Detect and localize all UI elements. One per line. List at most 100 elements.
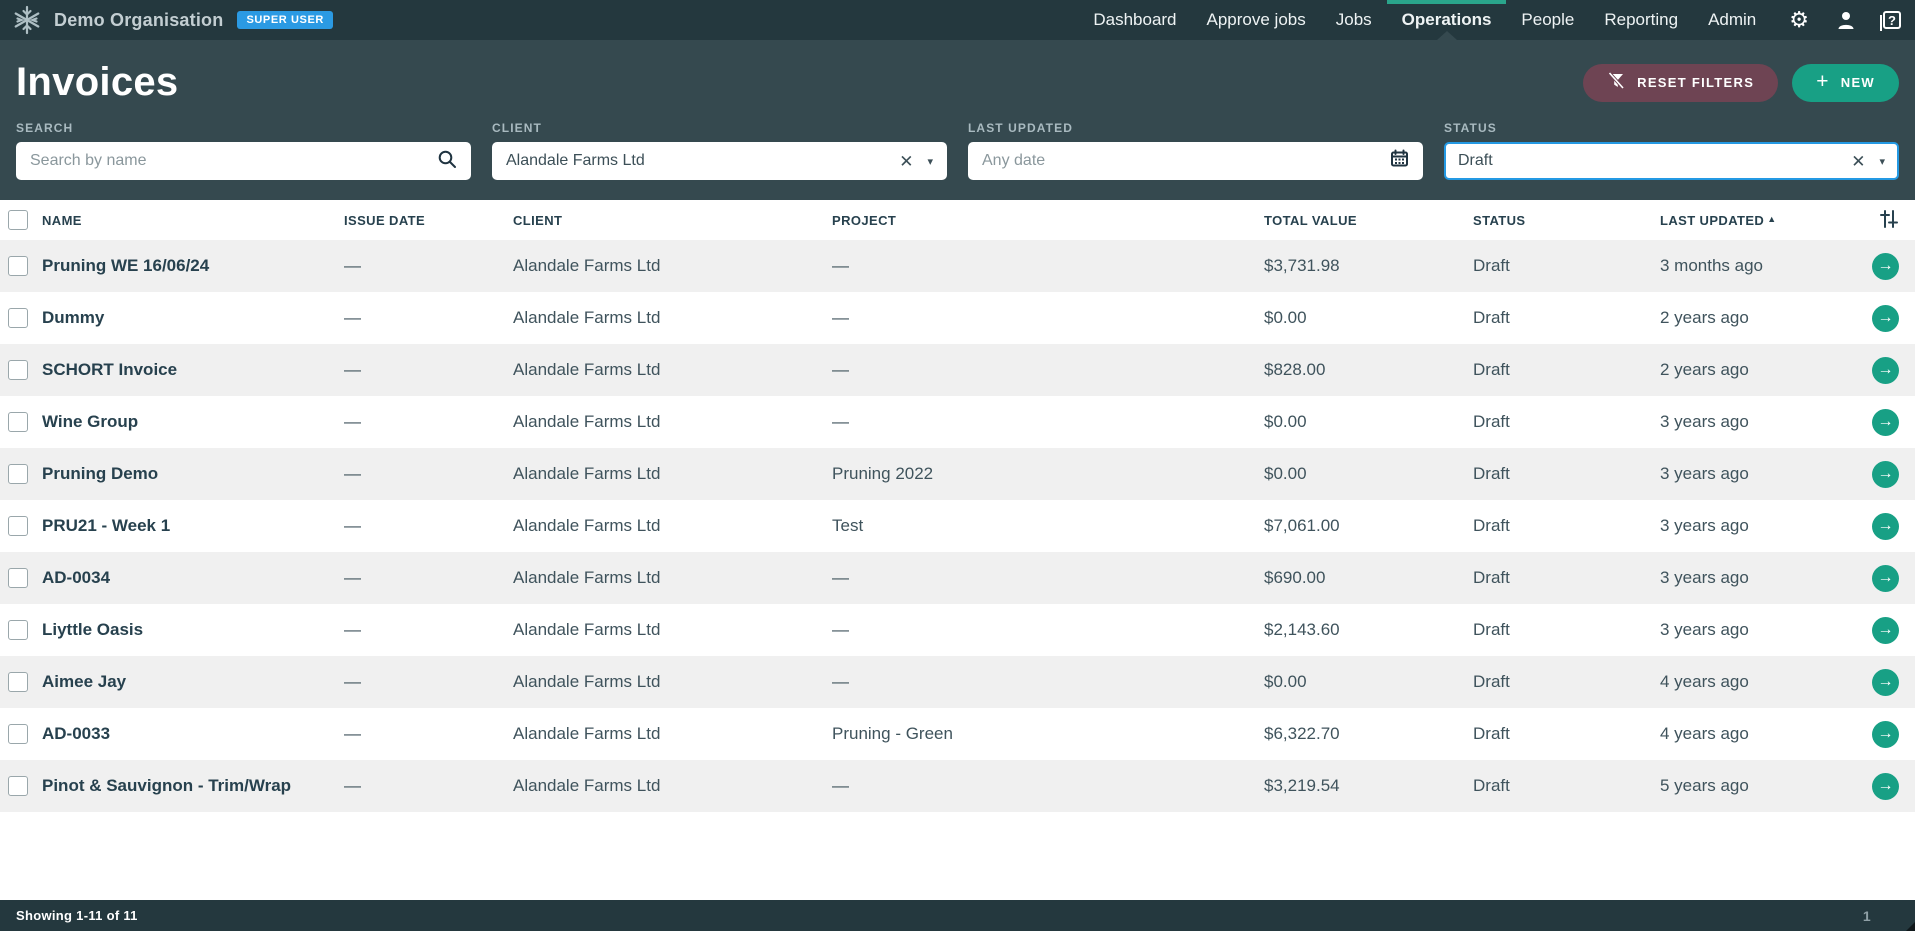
open-invoice-button[interactable]: → [1872,409,1899,436]
arrow-right-icon: → [1878,518,1894,534]
row-checkbox[interactable] [8,256,28,276]
help-docs-icon[interactable]: ? [1883,11,1901,29]
column-header-status[interactable]: STATUS [1465,213,1652,228]
open-invoice-button[interactable]: → [1872,773,1899,800]
invoice-row[interactable]: SCHORT Invoice—Alandale Farms Ltd—$828.0… [0,344,1915,396]
row-checkbox-cell [0,412,34,432]
open-invoice-button[interactable]: → [1872,513,1899,540]
cell-project: Pruning - Green [824,724,1256,744]
row-checkbox[interactable] [8,464,28,484]
select-all-checkbox[interactable] [8,210,28,230]
invoice-row[interactable]: Pinot & Sauvignon - Trim/Wrap—Alandale F… [0,760,1915,812]
invoice-row[interactable]: AD-0034—Alandale Farms Ltd—$690.00Draft3… [0,552,1915,604]
nav-item-operations[interactable]: Operations [1387,0,1507,40]
page-number[interactable]: 1 [1863,908,1871,924]
cell-project: — [824,620,1256,640]
invoice-row[interactable]: PRU21 - Week 1—Alandale Farms LtdTest$7,… [0,500,1915,552]
row-checkbox[interactable] [8,724,28,744]
page-title: Invoices [16,60,178,105]
arrow-right-icon: → [1878,362,1894,378]
nav-item-people[interactable]: People [1506,0,1589,40]
cell-last_updated: 3 years ago [1652,412,1842,432]
client-text: Alandale Farms Ltd [513,308,660,328]
invoice-row[interactable]: AD-0033—Alandale Farms LtdPruning - Gree… [0,708,1915,760]
nav-item-jobs[interactable]: Jobs [1321,0,1387,40]
open-invoice-button[interactable]: → [1872,669,1899,696]
name-text[interactable]: Dummy [42,308,104,328]
column-header-last-updated[interactable]: LAST UPDATED▲ [1652,213,1842,228]
cell-name: Pruning WE 16/06/24 [34,256,336,276]
cell-project: — [824,308,1256,328]
column-settings-icon[interactable] [1879,210,1899,231]
name-text[interactable]: AD-0033 [42,724,110,744]
client-clear-icon[interactable]: ✕ [899,153,913,170]
row-checkbox[interactable] [8,516,28,536]
name-text[interactable]: PRU21 - Week 1 [42,516,170,536]
nav-item-admin[interactable]: Admin [1693,0,1771,40]
name-text[interactable]: Pruning Demo [42,464,158,484]
name-text[interactable]: AD-0034 [42,568,110,588]
cell-total_value: $6,322.70 [1256,724,1465,744]
client-text: Alandale Farms Ltd [513,256,660,276]
reset-filters-button[interactable]: RESET FILTERS [1583,64,1778,102]
cell-client: Alandale Farms Ltd [505,412,824,432]
cell-last_updated: 3 years ago [1652,464,1842,484]
open-invoice-button[interactable]: → [1872,721,1899,748]
search-input[interactable]: Search by name [16,142,471,180]
last-updated-calendar-icon[interactable] [1390,149,1409,173]
cell-name: Pinot & Sauvignon - Trim/Wrap [34,776,336,796]
last-updated-input[interactable]: Any date [968,142,1423,180]
new-invoice-button[interactable]: + NEW [1792,64,1899,102]
nav-item-dashboard[interactable]: Dashboard [1078,0,1191,40]
search-search-icon[interactable] [437,149,457,174]
row-checkbox[interactable] [8,672,28,692]
open-invoice-button[interactable]: → [1872,565,1899,592]
user-icon[interactable] [1835,9,1857,31]
name-text[interactable]: Pinot & Sauvignon - Trim/Wrap [42,776,291,796]
client-input[interactable]: Alandale Farms Ltd✕▾ [492,142,947,180]
arrow-right-icon: → [1878,726,1894,742]
status-clear-icon[interactable]: ✕ [1851,153,1865,170]
row-checkbox[interactable] [8,412,28,432]
name-text[interactable]: Aimee Jay [42,672,126,692]
cell-client: Alandale Farms Ltd [505,308,824,328]
invoice-row[interactable]: Liyttle Oasis—Alandale Farms Ltd—$2,143.… [0,604,1915,656]
row-checkbox[interactable] [8,620,28,640]
search-value: Search by name [30,152,147,170]
column-header-project[interactable]: PROJECT [824,213,1256,228]
invoice-row[interactable]: Dummy—Alandale Farms Ltd—$0.00Draft2 yea… [0,292,1915,344]
status-chevron-down-icon[interactable]: ▾ [1879,155,1885,168]
nav-icon-group: ⚙ ? [1789,9,1901,31]
row-checkbox[interactable] [8,568,28,588]
name-text[interactable]: SCHORT Invoice [42,360,177,380]
open-invoice-button[interactable]: → [1872,253,1899,280]
client-chevron-down-icon[interactable]: ▾ [927,155,933,168]
cell-status: Draft [1465,620,1652,640]
invoice-row[interactable]: Aimee Jay—Alandale Farms Ltd—$0.00Draft4… [0,656,1915,708]
invoice-row[interactable]: Pruning Demo—Alandale Farms LtdPruning 2… [0,448,1915,500]
name-text[interactable]: Wine Group [42,412,138,432]
client-text: Alandale Farms Ltd [513,412,660,432]
status-value: Draft [1458,152,1493,170]
search-icons [437,149,457,174]
column-header-total-value[interactable]: TOTAL VALUE [1256,213,1465,228]
gear-icon[interactable]: ⚙ [1789,9,1809,31]
status-input[interactable]: Draft ✕ ▾ [1444,142,1899,180]
nav-item-reporting[interactable]: Reporting [1589,0,1693,40]
column-header-issue-date[interactable]: ISSUE DATE [336,213,505,228]
column-header-name[interactable]: NAME [34,213,336,228]
open-invoice-button[interactable]: → [1872,357,1899,384]
name-text[interactable]: Liyttle Oasis [42,620,143,640]
invoice-row[interactable]: Pruning WE 16/06/24—Alandale Farms Ltd—$… [0,240,1915,292]
nav-item-approve-jobs[interactable]: Approve jobs [1192,0,1321,40]
invoice-row[interactable]: Wine Group—Alandale Farms Ltd—$0.00Draft… [0,396,1915,448]
open-invoice-button[interactable]: → [1872,461,1899,488]
open-invoice-button[interactable]: → [1872,305,1899,332]
open-invoice-button[interactable]: → [1872,617,1899,644]
column-header-client[interactable]: CLIENT [505,213,824,228]
name-text[interactable]: Pruning WE 16/06/24 [42,256,209,276]
cell-issue_date: — [336,464,505,484]
row-checkbox[interactable] [8,360,28,380]
row-checkbox[interactable] [8,308,28,328]
row-checkbox[interactable] [8,776,28,796]
